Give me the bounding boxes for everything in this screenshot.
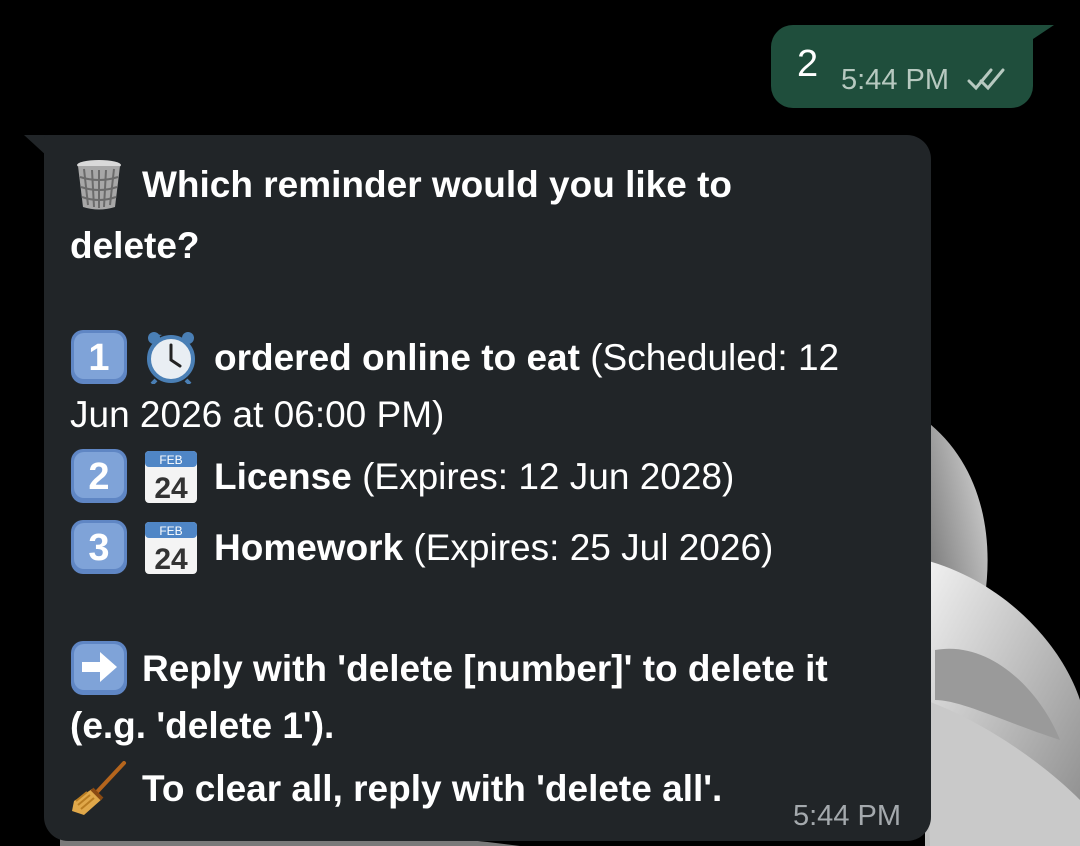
right-arrow-icon (71, 641, 127, 695)
reminder-item-1-detail: (Scheduled: 12 (579, 336, 840, 378)
reminder-heading-text: Which reminder would you like to (142, 163, 732, 205)
broom-icon (72, 761, 126, 815)
calendar-month-label: FEB (159, 524, 182, 538)
reminder-item-2-title: License (214, 455, 352, 497)
reminder-item-3-title: Homework (214, 526, 404, 568)
read-double-check-icon (967, 68, 1005, 91)
svg-text:3: 3 (88, 527, 109, 569)
reminder-item-2: 2 FEB 24 License (Expires: 12 Jun 2028) (70, 449, 735, 506)
reminder-item-3: 3 FEB 24 Homework (Expires: 25 Jul 2026) (70, 520, 774, 577)
svg-text:2: 2 (88, 456, 109, 498)
delete-instruction-cont: (e.g. 'delete 1'). (70, 704, 334, 748)
calendar-day-label: 24 (154, 472, 188, 503)
reminder-heading-cont-text: delete? (70, 225, 200, 266)
reminder-heading: Which reminder would you like to (70, 160, 732, 214)
calendar-icon: FEB 24 (145, 522, 197, 574)
keycap-1-icon: 1 (71, 330, 127, 384)
keycap-2-icon: 2 (71, 449, 127, 503)
outgoing-message-text: 2 (797, 43, 819, 85)
incoming-message-time: 5:44 PM (793, 800, 901, 832)
reminder-item-1-cont: Jun 2026 at 06:00 PM) (70, 393, 444, 437)
outgoing-message-meta: 5:44 PM (841, 63, 1011, 97)
reminder-item-2-detail: (Expires: 12 Jun 2028) (351, 455, 735, 497)
clear-all-text: To clear all, reply with 'delete all'. (142, 767, 723, 809)
reminder-item-1-detail-cont: Jun 2026 at 06:00 PM) (70, 394, 445, 435)
delete-instruction-cont-text: (e.g. 'delete 1'). (70, 705, 335, 746)
reminder-item-1: 1 ordered online to eat (Scheduled: 12 (70, 330, 840, 387)
keycap-3-icon: 3 (71, 520, 127, 574)
reminder-heading-cont: delete? (70, 224, 200, 268)
delete-instruction: Reply with 'delete [number]' to delete i… (70, 641, 828, 698)
chat-screen: 2 5:44 PM Which reminder would you like … (0, 0, 1080, 846)
alarm-clock-icon (147, 332, 195, 384)
reminder-item-1-title: ordered online to eat (214, 336, 580, 378)
wastebasket-icon (77, 160, 121, 210)
outgoing-message-time: 5:44 PM (841, 64, 949, 96)
delete-instruction-text: Reply with 'delete [number]' to delete i… (142, 647, 828, 689)
clear-all-instruction: To clear all, reply with 'delete all'. (70, 761, 723, 818)
calendar-day-label: 24 (154, 543, 188, 574)
reminder-item-3-detail: (Expires: 25 Jul 2026) (403, 526, 774, 568)
calendar-month-label: FEB (159, 453, 182, 467)
svg-text:1: 1 (88, 337, 109, 379)
outgoing-message-bubble[interactable]: 2 5:44 PM (771, 25, 1033, 108)
calendar-icon: FEB 24 (145, 451, 197, 503)
